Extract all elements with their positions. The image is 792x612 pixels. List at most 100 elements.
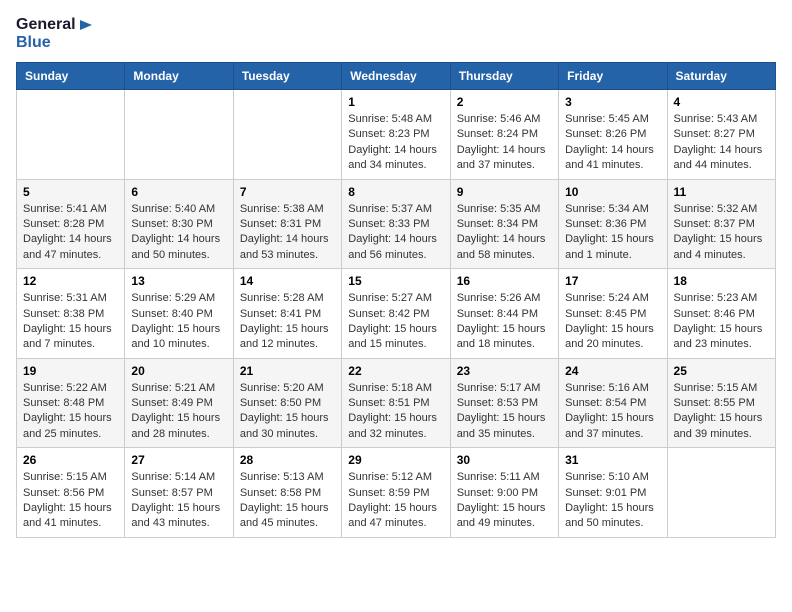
calendar-day-cell: 12Sunrise: 5:31 AMSunset: 8:38 PMDayligh…	[17, 269, 125, 359]
day-info: Sunrise: 5:40 AMSunset: 8:30 PMDaylight:…	[131, 202, 226, 264]
calendar-day-cell: 7 Sunrise: 5:38 AMSunset: 8:31 PMDaylight…	[233, 179, 341, 269]
day-info: Sunrise: 5:23 AMSunset: 8:46 PMDaylight:…	[674, 291, 769, 353]
day-number: 23	[457, 364, 552, 378]
day-info: Sunrise: 5:48 AMSunset: 8:23 PMDaylight:…	[348, 112, 443, 174]
calendar-day-cell: 14 Sunrise: 5:28 AMSunset: 8:41 PMDayligh…	[233, 269, 341, 359]
weekday-header-cell: Wednesday	[342, 63, 450, 90]
day-number: 15	[348, 274, 443, 288]
day-info: Sunrise: 5:45 AMSunset: 8:26 PMDaylight:…	[565, 112, 660, 174]
day-number: 30	[457, 453, 552, 467]
day-number: 8	[348, 185, 443, 199]
calendar-day-cell: 25 Sunrise: 5:15 AMSunset: 8:55 PMDayligh…	[667, 358, 775, 448]
day-number: 25	[674, 364, 769, 378]
calendar-day-cell: 21 Sunrise: 5:20 AMSunset: 8:50 PMDayligh…	[233, 358, 341, 448]
day-number: 26	[23, 453, 118, 467]
day-number: 7	[240, 185, 335, 199]
logo-blue: Blue	[16, 34, 51, 52]
day-info: Sunrise: 5:17 AMSunset: 8:53 PMDaylight:…	[457, 381, 552, 443]
day-info: Sunrise: 5:26 AMSunset: 8:44 PMDaylight:…	[457, 291, 552, 353]
calendar-day-cell: 27Sunrise: 5:14 AMSunset: 8:57 PMDayligh…	[125, 448, 233, 538]
day-number: 20	[131, 364, 226, 378]
day-number: 12	[23, 274, 118, 288]
day-info: Sunrise: 5:37 AMSunset: 8:33 PMDaylight:…	[348, 202, 443, 264]
calendar-week-row: 1 Sunrise: 5:48 AMSunset: 8:23 PMDaylight…	[17, 90, 776, 180]
day-number: 2	[457, 95, 552, 109]
day-info: Sunrise: 5:32 AMSunset: 8:37 PMDaylight:…	[674, 202, 769, 264]
calendar-day-cell: 24 Sunrise: 5:16 AMSunset: 8:54 PMDayligh…	[559, 358, 667, 448]
day-number: 13	[131, 274, 226, 288]
calendar-week-row: 12Sunrise: 5:31 AMSunset: 8:38 PMDayligh…	[17, 269, 776, 359]
day-info: Sunrise: 5:21 AMSunset: 8:49 PMDaylight:…	[131, 381, 226, 443]
day-number: 9	[457, 185, 552, 199]
day-info: Sunrise: 5:38 AMSunset: 8:31 PMDaylight:…	[240, 202, 335, 264]
day-number: 5	[23, 185, 118, 199]
calendar-day-cell: 20 Sunrise: 5:21 AMSunset: 8:49 PMDayligh…	[125, 358, 233, 448]
day-number: 18	[674, 274, 769, 288]
day-number: 4	[674, 95, 769, 109]
day-info: Sunrise: 5:22 AMSunset: 8:48 PMDaylight:…	[23, 381, 118, 443]
day-info: Sunrise: 5:16 AMSunset: 8:54 PMDaylight:…	[565, 381, 660, 443]
calendar-day-cell: 28 Sunrise: 5:13 AMSunset: 8:58 PMDayligh…	[233, 448, 341, 538]
calendar-day-cell: 16 Sunrise: 5:26 AMSunset: 8:44 PMDayligh…	[450, 269, 558, 359]
day-info: Sunrise: 5:20 AMSunset: 8:50 PMDaylight:…	[240, 381, 335, 443]
day-info: Sunrise: 5:28 AMSunset: 8:41 PMDaylight:…	[240, 291, 335, 353]
day-info: Sunrise: 5:34 AMSunset: 8:36 PMDaylight:…	[565, 202, 660, 264]
calendar-day-cell: 15 Sunrise: 5:27 AMSunset: 8:42 PMDayligh…	[342, 269, 450, 359]
calendar-day-cell: 3 Sunrise: 5:45 AMSunset: 8:26 PMDaylight…	[559, 90, 667, 180]
calendar-day-cell: 5 Sunrise: 5:41 AMSunset: 8:28 PMDaylight…	[17, 179, 125, 269]
calendar-day-cell: 17 Sunrise: 5:24 AMSunset: 8:45 PMDayligh…	[559, 269, 667, 359]
calendar-day-cell	[17, 90, 125, 180]
calendar-day-cell: 18 Sunrise: 5:23 AMSunset: 8:46 PMDayligh…	[667, 269, 775, 359]
day-number: 14	[240, 274, 335, 288]
weekday-header-cell: Tuesday	[233, 63, 341, 90]
calendar-week-row: 5 Sunrise: 5:41 AMSunset: 8:28 PMDaylight…	[17, 179, 776, 269]
weekday-header-cell: Thursday	[450, 63, 558, 90]
day-number: 29	[348, 453, 443, 467]
day-number: 10	[565, 185, 660, 199]
calendar-day-cell: 22Sunrise: 5:18 AMSunset: 8:51 PMDayligh…	[342, 358, 450, 448]
calendar-day-cell: 4 Sunrise: 5:43 AMSunset: 8:27 PMDaylight…	[667, 90, 775, 180]
day-info: Sunrise: 5:15 AMSunset: 8:55 PMDaylight:…	[674, 381, 769, 443]
calendar-day-cell: 2Sunrise: 5:46 AMSunset: 8:24 PMDaylight…	[450, 90, 558, 180]
calendar-day-cell: 9 Sunrise: 5:35 AMSunset: 8:34 PMDaylight…	[450, 179, 558, 269]
weekday-header-cell: Saturday	[667, 63, 775, 90]
day-number: 17	[565, 274, 660, 288]
day-info: Sunrise: 5:12 AMSunset: 8:59 PMDaylight:…	[348, 470, 443, 532]
calendar-body: 1 Sunrise: 5:48 AMSunset: 8:23 PMDaylight…	[17, 90, 776, 538]
day-info: Sunrise: 5:24 AMSunset: 8:45 PMDaylight:…	[565, 291, 660, 353]
day-info: Sunrise: 5:10 AMSunset: 9:01 PMDaylight:…	[565, 470, 660, 532]
day-info: Sunrise: 5:41 AMSunset: 8:28 PMDaylight:…	[23, 202, 118, 264]
calendar-day-cell	[125, 90, 233, 180]
day-info: Sunrise: 5:43 AMSunset: 8:27 PMDaylight:…	[674, 112, 769, 174]
calendar-day-cell: 11Sunrise: 5:32 AMSunset: 8:37 PMDayligh…	[667, 179, 775, 269]
day-number: 3	[565, 95, 660, 109]
calendar-day-cell: 6Sunrise: 5:40 AMSunset: 8:30 PMDaylight…	[125, 179, 233, 269]
day-number: 28	[240, 453, 335, 467]
day-number: 19	[23, 364, 118, 378]
logo-arrow-icon	[78, 16, 96, 34]
calendar-day-cell: 26Sunrise: 5:15 AMSunset: 8:56 PMDayligh…	[17, 448, 125, 538]
calendar-week-row: 19 Sunrise: 5:22 AMSunset: 8:48 PMDayligh…	[17, 358, 776, 448]
day-info: Sunrise: 5:27 AMSunset: 8:42 PMDaylight:…	[348, 291, 443, 353]
logo: General Blue	[16, 16, 96, 52]
weekday-header-cell: Friday	[559, 63, 667, 90]
weekday-header-cell: Sunday	[17, 63, 125, 90]
day-info: Sunrise: 5:35 AMSunset: 8:34 PMDaylight:…	[457, 202, 552, 264]
logo-general: General	[16, 16, 76, 34]
day-info: Sunrise: 5:13 AMSunset: 8:58 PMDaylight:…	[240, 470, 335, 532]
day-number: 16	[457, 274, 552, 288]
calendar-day-cell: 8 Sunrise: 5:37 AMSunset: 8:33 PMDaylight…	[342, 179, 450, 269]
calendar-day-cell: 23 Sunrise: 5:17 AMSunset: 8:53 PMDayligh…	[450, 358, 558, 448]
page-header: General Blue	[16, 16, 776, 52]
day-info: Sunrise: 5:11 AMSunset: 9:00 PMDaylight:…	[457, 470, 552, 532]
day-number: 1	[348, 95, 443, 109]
calendar-day-cell	[667, 448, 775, 538]
day-number: 27	[131, 453, 226, 467]
calendar-table: SundayMondayTuesdayWednesdayThursdayFrid…	[16, 62, 776, 538]
calendar-day-cell	[233, 90, 341, 180]
day-number: 24	[565, 364, 660, 378]
day-number: 21	[240, 364, 335, 378]
calendar-week-row: 26Sunrise: 5:15 AMSunset: 8:56 PMDayligh…	[17, 448, 776, 538]
calendar-day-cell: 1 Sunrise: 5:48 AMSunset: 8:23 PMDaylight…	[342, 90, 450, 180]
day-number: 22	[348, 364, 443, 378]
